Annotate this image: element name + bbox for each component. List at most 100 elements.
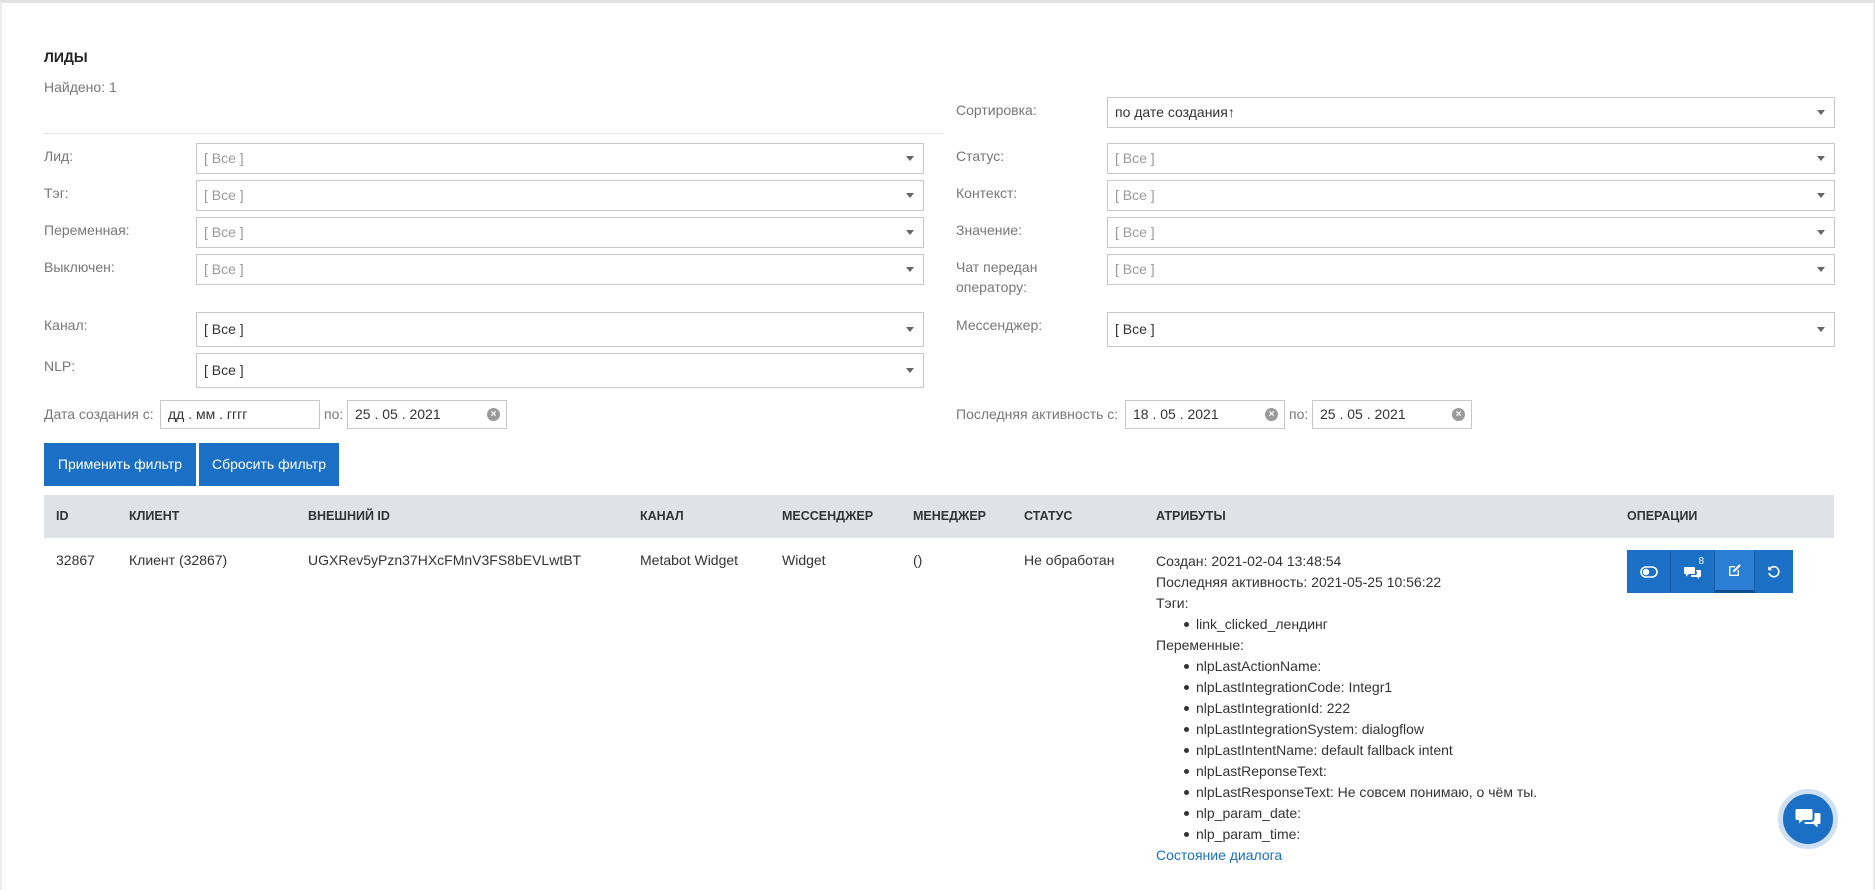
chevron-down-icon xyxy=(1817,110,1825,115)
chevron-down-icon xyxy=(906,230,914,235)
clear-icon[interactable]: × xyxy=(487,408,500,421)
nlp-filter-select[interactable]: [ Все ] xyxy=(196,353,924,388)
activity-from-input[interactable]: 18 . 05 . 2021 × xyxy=(1125,400,1285,429)
messenger-filter-label: Мессенджер: xyxy=(956,317,1043,333)
channel-filter-select[interactable]: [ Все ] xyxy=(196,312,924,347)
col-channel: КАНАЛ xyxy=(640,509,684,523)
row-external-id: UGXRev5yPzn37HXcFMnV3FS8bEVLwtBT xyxy=(308,552,582,568)
list-item: nlp_param_time: xyxy=(1156,824,1576,845)
variable-filter-label: Переменная: xyxy=(44,222,130,238)
chevron-down-icon xyxy=(906,368,914,373)
channel-filter-value: [ Все ] xyxy=(204,321,244,337)
list-item: link_clicked_лендинг xyxy=(1156,614,1576,635)
edit-button[interactable] xyxy=(1715,550,1755,593)
operator-filter-label: Чат передан оператору: xyxy=(956,257,1037,297)
list-item: nlpLastIntegrationSystem: dialogflow xyxy=(1156,719,1576,740)
page-title: ЛИДЫ xyxy=(44,49,88,65)
row-status: Не обработан xyxy=(1024,552,1115,568)
found-count: Найдено: 1 xyxy=(44,79,117,95)
list-item: nlpLastReponseText: xyxy=(1156,761,1576,782)
lead-filter-value: [ Все ] xyxy=(204,150,244,166)
list-item: nlpLastResponseText: Не совсем понимаю, … xyxy=(1156,782,1576,803)
col-messenger: МЕССЕНДЖЕР xyxy=(782,509,874,523)
sort-select[interactable]: по дате создания↑ xyxy=(1107,97,1835,128)
context-filter-select[interactable]: [ Все ] xyxy=(1107,180,1835,211)
col-manager: МЕНЕДЖЕР xyxy=(913,509,986,523)
chevron-down-icon xyxy=(1817,267,1825,272)
variable-filter-value: [ Все ] xyxy=(204,224,244,240)
row-operations: 8 xyxy=(1627,550,1793,593)
dialog-state-link[interactable]: Состояние диалога xyxy=(1156,845,1576,866)
activity-to-input[interactable]: 25 . 05 . 2021 × xyxy=(1312,400,1472,429)
created-from-input[interactable]: дд . мм . гггг xyxy=(160,400,320,429)
row-client: Клиент (32867) xyxy=(129,552,228,568)
context-filter-value: [ Все ] xyxy=(1115,187,1155,203)
messages-count-badge: 8 xyxy=(1698,556,1704,567)
clear-icon[interactable]: × xyxy=(1452,408,1465,421)
lead-filter-label: Лид: xyxy=(44,148,74,164)
messenger-filter-select[interactable]: [ Все ] xyxy=(1107,312,1835,347)
col-client: КЛИЕНТ xyxy=(129,509,180,523)
table-header: ID КЛИЕНТ ВНЕШНИЙ ID КАНАЛ МЕССЕНДЖЕР МЕ… xyxy=(44,495,1834,538)
tags-list: link_clicked_лендинг xyxy=(1156,614,1576,635)
row-attributes: Создан: 2021-02-04 13:48:54 Последняя ак… xyxy=(1156,551,1576,866)
lead-filter-select[interactable]: [ Все ] xyxy=(196,143,924,174)
activity-to-label: по: xyxy=(1289,406,1309,422)
status-filter-value: [ Все ] xyxy=(1115,150,1155,166)
nlp-filter-label: NLP: xyxy=(44,358,76,374)
chevron-down-icon xyxy=(1817,156,1825,161)
nlp-filter-value: [ Все ] xyxy=(204,362,244,378)
operator-filter-select[interactable]: [ Все ] xyxy=(1107,254,1835,285)
created-to-input[interactable]: 25 . 05 . 2021 × xyxy=(347,400,507,429)
list-item: nlpLastIntegrationId: 222 xyxy=(1156,698,1576,719)
disabled-filter-select[interactable]: [ Все ] xyxy=(196,254,924,285)
clear-icon[interactable]: × xyxy=(1265,408,1278,421)
attr-last-activity: Последняя активность: 2021-05-25 10:56:2… xyxy=(1156,574,1442,590)
sort-label: Сортировка: xyxy=(956,102,1037,118)
edit-icon xyxy=(1728,564,1741,576)
undo-icon xyxy=(1768,565,1780,577)
value-filter-label: Значение: xyxy=(956,222,1022,238)
channel-filter-label: Канал: xyxy=(44,317,88,333)
messenger-filter-value: [ Все ] xyxy=(1115,321,1155,337)
attr-created: Создан: 2021-02-04 13:48:54 xyxy=(1156,553,1342,569)
value-filter-select[interactable]: [ Все ] xyxy=(1107,217,1835,248)
list-item: nlpLastIntegrationCode: Integr1 xyxy=(1156,677,1576,698)
row-manager: () xyxy=(913,552,923,568)
value-filter-value: [ Все ] xyxy=(1115,224,1155,240)
row-messenger: Widget xyxy=(782,552,826,568)
toggle-button[interactable] xyxy=(1627,550,1671,593)
leads-page: ЛИДЫ Найдено: 1 Сортировка: по дате созд… xyxy=(0,0,1875,890)
chevron-down-icon xyxy=(906,267,914,272)
col-id: ID xyxy=(56,509,69,523)
apply-filter-button[interactable]: Применить фильтр xyxy=(44,443,196,486)
variable-filter-select[interactable]: [ Все ] xyxy=(196,217,924,248)
created-to-value: 25 . 05 . 2021 xyxy=(355,406,441,422)
attr-tags-label: Тэги: xyxy=(1156,595,1189,611)
chevron-down-icon xyxy=(1817,230,1825,235)
tag-filter-value: [ Все ] xyxy=(204,187,244,203)
tag-filter-label: Тэг: xyxy=(44,185,69,201)
created-to-label: по: xyxy=(324,406,344,422)
tag-filter-select[interactable]: [ Все ] xyxy=(196,180,924,211)
col-status: СТАТУС xyxy=(1024,509,1073,523)
activity-to-value: 25 . 05 . 2021 xyxy=(1320,406,1406,422)
reset-filter-button[interactable]: Сбросить фильтр xyxy=(199,443,339,486)
chevron-down-icon xyxy=(906,156,914,161)
status-filter-select[interactable]: [ Все ] xyxy=(1107,143,1835,174)
reset-button[interactable] xyxy=(1755,550,1793,593)
status-filter-label: Статус: xyxy=(956,148,1005,164)
chevron-down-icon xyxy=(906,193,914,198)
operator-filter-label-line1: Чат передан xyxy=(956,259,1038,275)
list-item: nlpLastActionName: xyxy=(1156,656,1576,677)
chat-widget-button[interactable] xyxy=(1778,789,1838,849)
operator-filter-label-line2: оператору: xyxy=(956,279,1027,295)
comments-button[interactable]: 8 xyxy=(1671,550,1715,593)
row-id: 32867 xyxy=(56,552,95,568)
activity-date-label: Последняя активность с: xyxy=(956,406,1119,422)
chevron-down-icon xyxy=(1817,193,1825,198)
context-filter-label: Контекст: xyxy=(956,185,1018,201)
vars-list: nlpLastActionName: nlpLastIntegrationCod… xyxy=(1156,656,1576,845)
activity-from-value: 18 . 05 . 2021 xyxy=(1133,406,1219,422)
disabled-filter-label: Выключен: xyxy=(44,259,115,275)
